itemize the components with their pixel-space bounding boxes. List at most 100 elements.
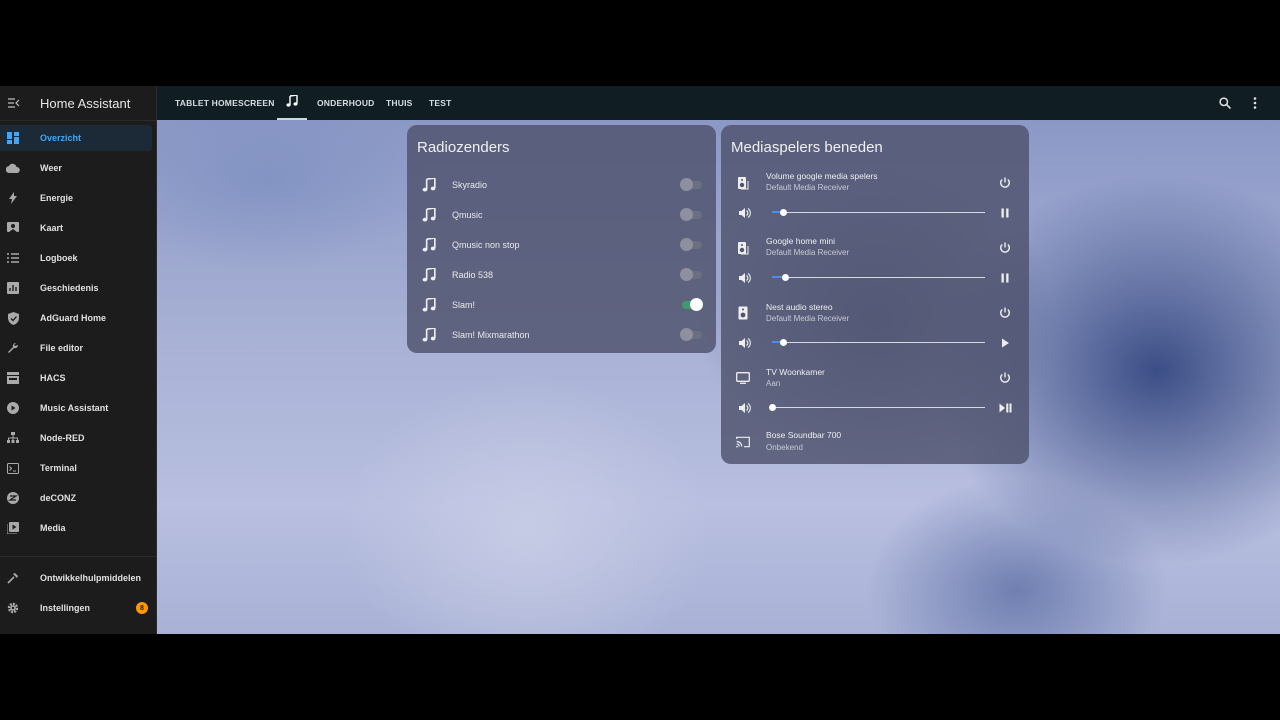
pause-icon[interactable]: [998, 206, 1012, 220]
radio-row-slam-mixmarathon[interactable]: Slam! Mixmarathon: [407, 320, 716, 350]
radio-row-skyradio[interactable]: Skyradio: [407, 170, 716, 200]
menu-collapse-icon[interactable]: [7, 98, 21, 108]
player-name: Bose Soundbar 700: [766, 430, 842, 440]
tab-test[interactable]: TEST: [429, 86, 452, 120]
station-toggle[interactable]: [680, 178, 702, 192]
play-icon[interactable]: [998, 336, 1012, 350]
radio-row-slam[interactable]: Slam!: [407, 290, 716, 320]
tab-onderhoud[interactable]: ONDERHOUD: [317, 86, 375, 120]
power-icon[interactable]: [998, 176, 1012, 190]
app-window: Home Assistant Overzicht Weer Energie Ka…: [0, 86, 1280, 634]
speaker-icon[interactable]: [736, 306, 750, 320]
sidebar-item-label: Weer: [40, 163, 62, 173]
station-toggle[interactable]: [680, 298, 703, 312]
tv-icon[interactable]: [736, 371, 750, 385]
hammer-icon: [6, 571, 20, 585]
tab-music[interactable]: [277, 86, 307, 120]
sidebar-item-label: Instellingen: [40, 603, 91, 613]
lightning-icon: [6, 191, 20, 205]
volume-icon[interactable]: [738, 401, 752, 415]
list-icon: [6, 251, 20, 265]
volume-slider[interactable]: [772, 209, 985, 217]
sidebar-item-label: Overzicht: [40, 133, 82, 143]
sidebar-item-deconz[interactable]: deCONZ: [0, 485, 152, 511]
volume-slider[interactable]: [769, 404, 985, 412]
station-toggle[interactable]: [680, 328, 702, 342]
wrench-icon: [6, 341, 20, 355]
sidebar-item-music-assistant[interactable]: Music Assistant: [0, 395, 152, 421]
sidebar-item-media[interactable]: Media: [0, 515, 152, 541]
station-toggle[interactable]: [680, 208, 702, 222]
sidebar-item-instellingen[interactable]: Instellingen 8: [0, 595, 156, 621]
sidebar-item-adguard[interactable]: AdGuard Home: [0, 305, 152, 331]
sidebar-item-terminal[interactable]: Terminal: [0, 455, 152, 481]
power-icon[interactable]: [998, 241, 1012, 255]
chart-icon: [6, 281, 20, 295]
dashboard-icon: [6, 131, 20, 145]
sidebar-item-file-editor[interactable]: File editor: [0, 335, 152, 361]
station-toggle[interactable]: [680, 238, 702, 252]
music-note-icon: [422, 267, 436, 282]
power-icon[interactable]: [998, 306, 1012, 320]
gear-icon: [6, 601, 20, 615]
sidebar-item-ontwikkelhulpmiddelen[interactable]: Ontwikkelhulpmiddelen: [0, 565, 152, 591]
radio-row-radio-538[interactable]: Radio 538: [407, 260, 716, 290]
more-options-icon[interactable]: [1248, 96, 1262, 110]
volume-icon[interactable]: [738, 271, 752, 285]
radio-row-qmusic[interactable]: Qmusic: [407, 200, 716, 230]
sidebar-item-label: AdGuard Home: [40, 313, 107, 323]
station-toggle[interactable]: [680, 268, 702, 282]
sidebar-item-weer[interactable]: Weer: [0, 155, 152, 181]
sidebar-header: Home Assistant: [0, 86, 156, 121]
volume-icon[interactable]: [738, 336, 752, 350]
cast-icon[interactable]: [736, 435, 750, 449]
player-status: Default Media Receiver: [766, 183, 850, 192]
sidebar-item-hacs[interactable]: HACS: [0, 365, 152, 391]
station-label: Radio 538: [452, 270, 494, 280]
player-name: Volume google media spelers: [766, 171, 878, 181]
radio-row-qmusic-non-stop[interactable]: Qmusic non stop: [407, 230, 716, 260]
play-pause-icon[interactable]: [998, 401, 1012, 415]
sidebar-item-label: Kaart: [40, 223, 64, 233]
station-label: Slam!: [452, 300, 476, 310]
sidebar-item-label: Logboek: [40, 253, 78, 263]
sidebar-item-node-red[interactable]: Node-RED: [0, 425, 152, 451]
power-icon[interactable]: [998, 371, 1012, 385]
media-players-card: Mediaspelers beneden Volume google media…: [721, 125, 1029, 464]
notification-badge: 8: [136, 602, 148, 614]
volume-icon[interactable]: [738, 206, 752, 220]
speaker-group-icon[interactable]: [736, 241, 750, 255]
music-note-icon: [422, 327, 436, 342]
sidebar-item-geschiedenis[interactable]: Geschiedenis: [0, 275, 152, 301]
sidebar-item-logboek[interactable]: Logboek: [0, 245, 152, 271]
volume-slider[interactable]: [772, 274, 985, 282]
tab-tablet-homescreen[interactable]: TABLET HOMESCREEN: [175, 86, 275, 120]
volume-slider[interactable]: [772, 339, 985, 347]
pause-icon[interactable]: [998, 271, 1012, 285]
speaker-group-icon[interactable]: [736, 176, 750, 190]
player-status: Default Media Receiver: [766, 314, 850, 323]
station-label: Qmusic non stop: [452, 240, 520, 250]
sidebar-item-label: Geschiedenis: [40, 283, 99, 293]
app-title: Home Assistant: [40, 95, 131, 111]
sidebar-item-label: Ontwikkelhulpmiddelen: [40, 573, 142, 583]
sidebar-item-overzicht[interactable]: Overzicht: [0, 125, 152, 151]
sidebar-item-kaart[interactable]: Kaart: [0, 215, 152, 241]
music-note-icon: [422, 237, 436, 252]
console-icon: [6, 461, 20, 475]
station-label: Skyradio: [452, 180, 488, 190]
tab-thuis[interactable]: THUIS: [386, 86, 413, 120]
music-note-icon: [286, 94, 298, 112]
card-title: Radiozenders: [417, 139, 510, 156]
player-status: Onbekend: [766, 443, 803, 452]
sidebar-divider: [0, 556, 156, 557]
shield-icon: [6, 311, 20, 325]
search-icon[interactable]: [1218, 96, 1232, 110]
top-toolbar: TABLET HOMESCREEN ONDERHOUD THUIS TEST: [157, 86, 1280, 120]
sidebar-item-energie[interactable]: Energie: [0, 185, 152, 211]
sidebar-item-label: Media: [40, 523, 66, 533]
sidebar: Home Assistant Overzicht Weer Energie Ka…: [0, 86, 157, 634]
music-note-icon: [422, 177, 436, 192]
player-name: Google home mini: [766, 236, 835, 246]
media-icon: [6, 521, 20, 535]
